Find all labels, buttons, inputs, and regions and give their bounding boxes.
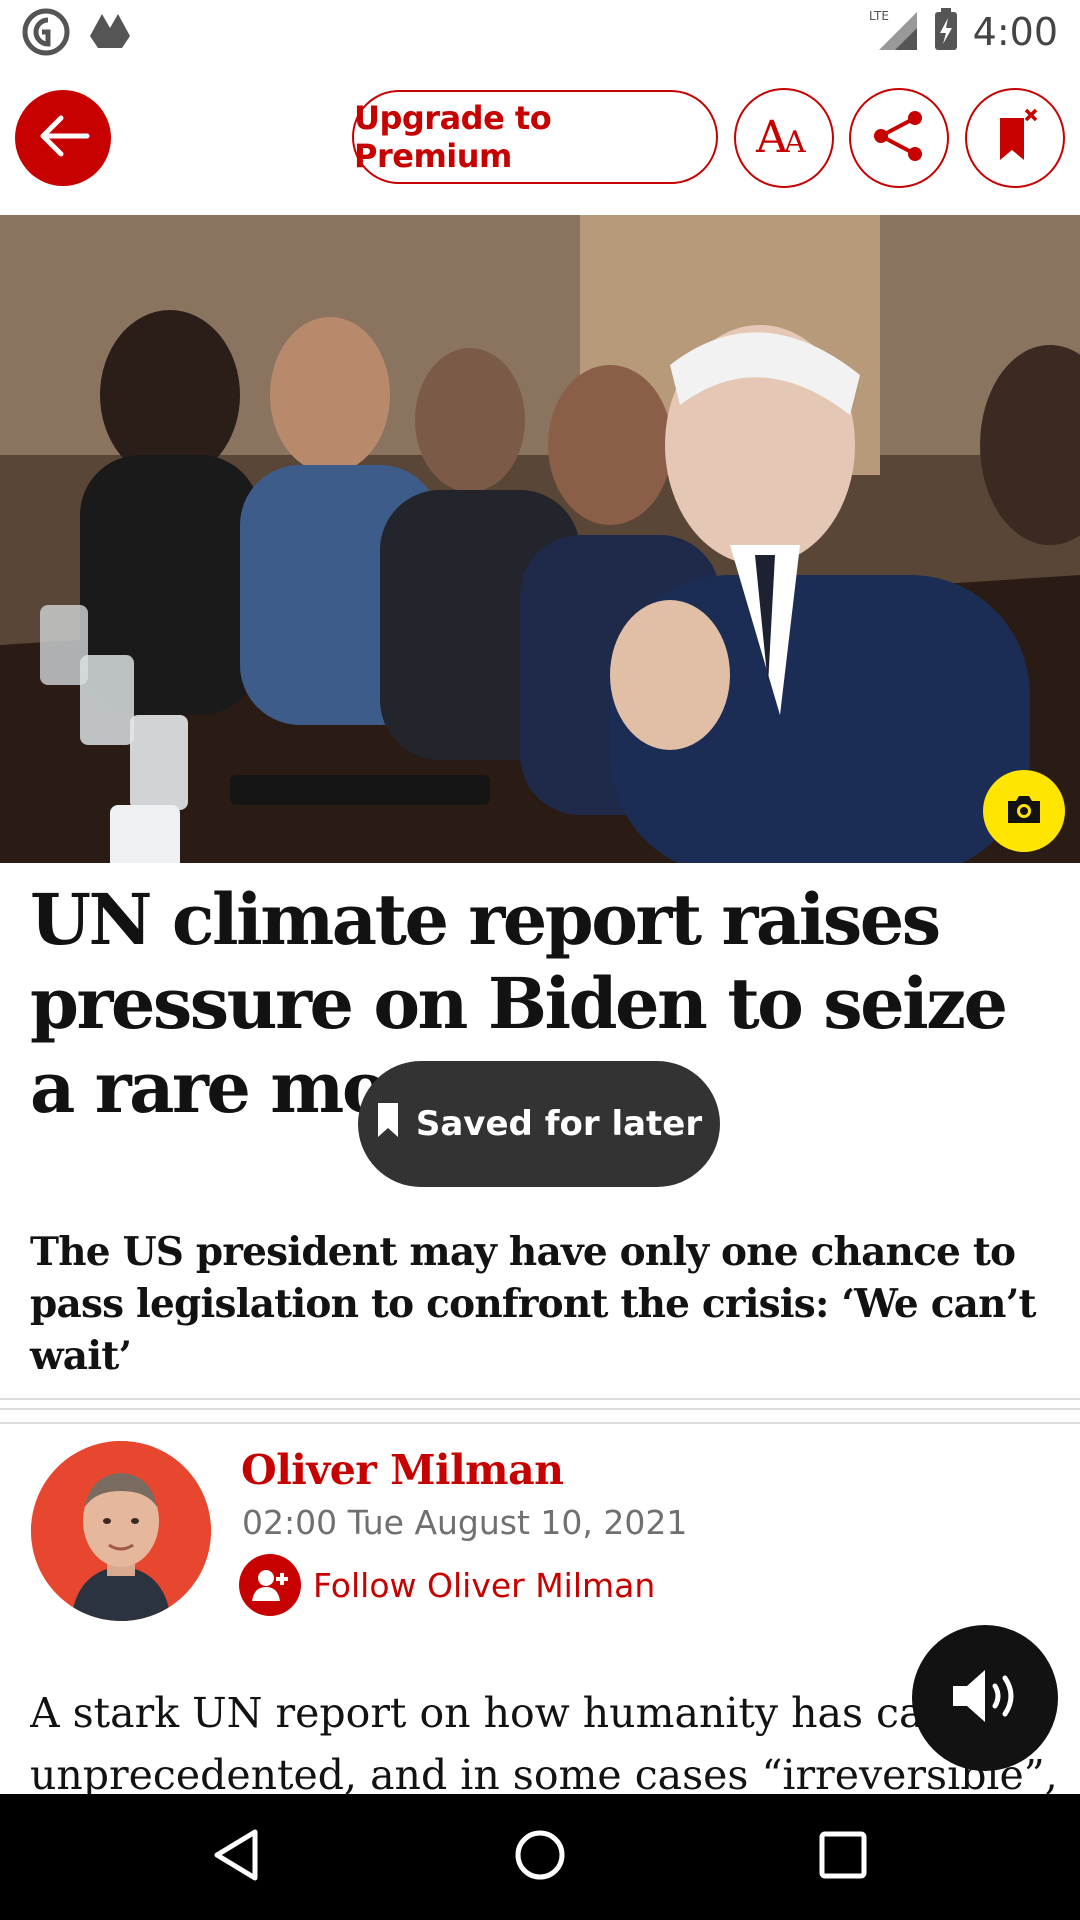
bookmark-icon	[376, 1101, 400, 1148]
divider	[0, 1422, 1080, 1424]
system-nav-bar	[0, 1794, 1080, 1920]
add-person-icon	[239, 1554, 301, 1616]
drive-icon	[88, 8, 132, 60]
listen-audio-button[interactable]	[912, 1625, 1058, 1771]
divider	[0, 1398, 1080, 1400]
camera-icon	[1004, 793, 1044, 829]
publish-date: 02:00 Tue August 10, 2021	[242, 1503, 688, 1542]
hero-image	[0, 215, 1080, 863]
guardian-logo-icon	[22, 8, 70, 60]
body-line: unprecedented, and in some cases “irreve…	[30, 1751, 1058, 1794]
lte-label: LTE	[869, 9, 889, 23]
bookmark-remove-icon	[990, 108, 1040, 168]
text-size-button[interactable]: AA	[734, 88, 834, 188]
follow-label: Follow Oliver Milman	[313, 1565, 656, 1605]
follow-author-button[interactable]: Follow Oliver Milman	[239, 1554, 655, 1616]
image-caption-button[interactable]	[983, 770, 1065, 852]
remove-bookmark-button[interactable]	[965, 88, 1065, 188]
share-icon	[869, 106, 929, 170]
saved-for-later-toast: Saved for later	[358, 1061, 720, 1187]
author-portrait	[31, 1441, 211, 1621]
home-circle-icon	[513, 1828, 567, 1886]
article-standfirst: The US president may have only one chanc…	[30, 1229, 1037, 1379]
nav-recents-button[interactable]	[810, 1824, 876, 1890]
author-avatar[interactable]	[31, 1441, 211, 1621]
text-size-icon: AA	[754, 112, 814, 163]
battery-charging-icon	[933, 8, 959, 56]
article-toolbar: Upgrade to Premium AA	[0, 64, 1080, 214]
nav-home-button[interactable]	[507, 1824, 573, 1890]
toast-label: Saved for later	[415, 1104, 703, 1144]
arrow-left-icon	[35, 114, 91, 162]
back-triangle-icon	[211, 1828, 261, 1886]
hero-photo	[0, 215, 1080, 863]
status-time: 4:00	[972, 10, 1058, 54]
speaker-icon	[949, 1666, 1021, 1730]
nav-back-button[interactable]	[203, 1824, 269, 1890]
divider	[0, 1408, 1080, 1410]
status-bar: LTE 4:00	[0, 0, 1080, 64]
svg-text:A: A	[783, 125, 806, 158]
back-button[interactable]	[15, 90, 111, 186]
lte-signal-icon: LTE	[869, 8, 919, 56]
upgrade-premium-button[interactable]: Upgrade to Premium	[352, 90, 718, 184]
recents-square-icon	[818, 1830, 868, 1884]
share-button[interactable]	[849, 88, 949, 188]
author-name[interactable]: Oliver Milman	[241, 1446, 564, 1494]
